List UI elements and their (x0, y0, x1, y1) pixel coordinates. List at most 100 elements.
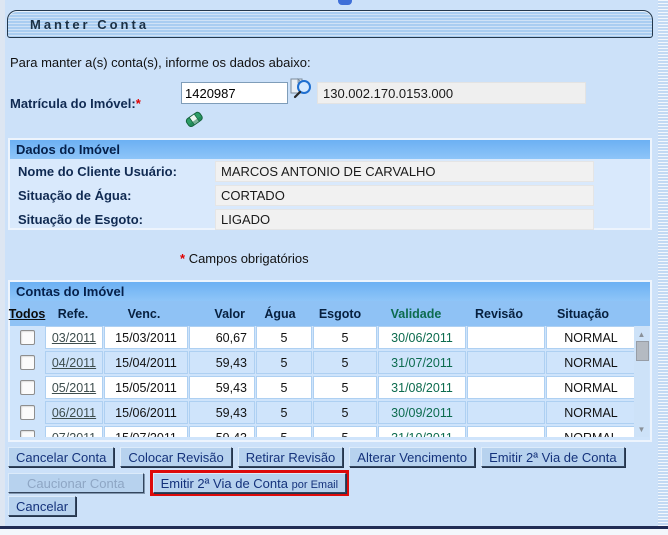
contas-imovel-section: Contas do Imóvel TodosRefe.Venc.ValorÁgu… (8, 280, 652, 442)
cell-situacao: NORMAL (546, 376, 636, 399)
row-checkbox[interactable] (20, 430, 35, 437)
refe-link-cell: 05/2011 (45, 376, 103, 399)
button-row-1: Cancelar Conta Colocar Revisão Retirar R… (8, 447, 625, 467)
cell-valor: 59,43 (189, 376, 255, 399)
cell-valor: 60,67 (189, 326, 255, 349)
cell-valor: 59,43 (189, 351, 255, 374)
refe-link[interactable]: 05/2011 (52, 381, 96, 395)
cell-agua: 5 (256, 426, 312, 437)
cell-situacao: NORMAL (546, 401, 636, 424)
cell-situacao: NORMAL (546, 326, 636, 349)
refe-link[interactable]: 07/2011 (52, 431, 96, 438)
dados-imovel-title: Dados do Imóvel (10, 140, 650, 159)
eraser-icon[interactable] (182, 107, 206, 131)
column-header: Situação (538, 307, 628, 321)
retirar-revisao-button[interactable]: Retirar Revisão (238, 447, 344, 467)
column-header: Refe. (44, 307, 102, 321)
button-row-3: Cancelar (8, 496, 76, 516)
required-asterisk: * (180, 251, 185, 266)
refe-link-cell: 04/2011 (45, 351, 103, 374)
cell-venc: 15/03/2011 (104, 326, 188, 349)
cell-revisao (467, 426, 545, 437)
checkbox-cell (10, 401, 44, 424)
checkbox-cell (10, 426, 44, 437)
refe-link[interactable]: 03/2011 (52, 331, 96, 345)
cell-validade: 30/09/2011 (378, 401, 466, 424)
refe-link[interactable]: 04/2011 (52, 356, 96, 370)
caucionar-conta-button: Caucionar Conta (8, 473, 144, 493)
checkbox-cell (10, 351, 44, 374)
matricula-label: Matrícula do Imóvel:* (10, 96, 141, 111)
required-asterisk: * (136, 96, 141, 111)
table-scrollbar[interactable]: ▲ ▼ (634, 326, 649, 437)
situacao-esgoto-value: LIGADO (215, 209, 594, 230)
cell-venc: 15/06/2011 (104, 401, 188, 424)
intro-text: Para manter a(s) conta(s), informe os da… (10, 55, 311, 70)
column-header: Água (252, 307, 308, 321)
field-row-agua: Situação de Água: CORTADO (10, 183, 650, 207)
decorative-glyph (338, 0, 352, 5)
refe-link-cell: 07/2011 (45, 426, 103, 437)
cancelar-button[interactable]: Cancelar (8, 496, 76, 516)
search-icon[interactable] (289, 76, 315, 102)
right-scroll-strip[interactable] (658, 0, 668, 527)
alterar-vencimento-button[interactable]: Alterar Vencimento (349, 447, 475, 467)
cell-situacao: NORMAL (546, 351, 636, 374)
table-row: 05/201115/05/201159,435531/08/2011NORMAL (10, 376, 650, 399)
required-fields-note: * Campos obrigatórios (180, 251, 309, 266)
refe-link[interactable]: 06/2011 (52, 406, 96, 420)
inscricao-field: 130.002.170.0153.000 (317, 82, 586, 104)
situacao-agua-value: CORTADO (215, 185, 594, 206)
column-header: Valor (186, 307, 252, 321)
cell-esgoto: 5 (313, 351, 377, 374)
cell-agua: 5 (256, 326, 312, 349)
nome-cliente-label: Nome do Cliente Usuário: (18, 164, 177, 179)
cell-revisao (467, 326, 545, 349)
cell-validade: 31/08/2011 (378, 376, 466, 399)
cell-revisao (467, 351, 545, 374)
row-checkbox[interactable] (20, 355, 35, 370)
table-body: 03/201115/03/201160,675530/06/2011NORMAL… (10, 326, 650, 437)
cell-revisao (467, 376, 545, 399)
emitir-2via-button[interactable]: Emitir 2ª Via de Conta (481, 447, 624, 467)
select-all-link[interactable]: Todos (10, 307, 44, 321)
scroll-up-icon[interactable]: ▲ (634, 328, 649, 340)
cancelar-conta-button[interactable]: Cancelar Conta (8, 447, 114, 467)
field-row-esgoto: Situação de Esgoto: LIGADO (10, 207, 650, 231)
scrollbar-thumb[interactable] (636, 341, 649, 361)
situacao-esgoto-label: Situação de Esgoto: (18, 212, 143, 227)
checkbox-cell (10, 376, 44, 399)
row-checkbox[interactable] (20, 330, 35, 345)
row-checkbox[interactable] (20, 380, 35, 395)
row-checkbox[interactable] (20, 405, 35, 420)
colocar-revisao-button[interactable]: Colocar Revisão (120, 447, 231, 467)
refe-link-cell: 03/2011 (45, 326, 103, 349)
cell-agua: 5 (256, 376, 312, 399)
cell-esgoto: 5 (313, 376, 377, 399)
cell-agua: 5 (256, 401, 312, 424)
cell-venc: 15/04/2011 (104, 351, 188, 374)
page-title-bar: Manter Conta (7, 10, 653, 38)
scroll-down-icon[interactable]: ▼ (634, 423, 649, 435)
page-bottom-pad (0, 529, 668, 535)
column-header: Validade (372, 307, 460, 321)
left-edge-strip (0, 0, 5, 526)
cell-validade: 31/10/2011 (378, 426, 466, 437)
checkbox-cell (10, 326, 44, 349)
cell-valor: 59,43 (189, 401, 255, 424)
cell-esgoto: 5 (313, 326, 377, 349)
cell-esgoto: 5 (313, 401, 377, 424)
table-row: 07/201115/07/201159,435531/10/2011NORMAL (10, 426, 650, 437)
cell-valor: 59,43 (189, 426, 255, 437)
field-row-nome: Nome do Cliente Usuário: MARCOS ANTONIO … (10, 159, 650, 183)
cell-revisao (467, 401, 545, 424)
table-row: 03/201115/03/201160,675530/06/2011NORMAL (10, 326, 650, 349)
matricula-input[interactable] (181, 82, 288, 104)
table-row: 06/201115/06/201159,435530/09/2011NORMAL (10, 401, 650, 424)
cell-agua: 5 (256, 351, 312, 374)
cell-validade: 30/06/2011 (378, 326, 466, 349)
dados-imovel-section: Dados do Imóvel Nome do Cliente Usuário:… (8, 138, 652, 230)
refe-link-cell: 06/2011 (45, 401, 103, 424)
emitir-2via-email-button[interactable]: Emitir 2ª Via de Conta por Email (153, 473, 347, 493)
contas-imovel-title: Contas do Imóvel (10, 282, 650, 301)
